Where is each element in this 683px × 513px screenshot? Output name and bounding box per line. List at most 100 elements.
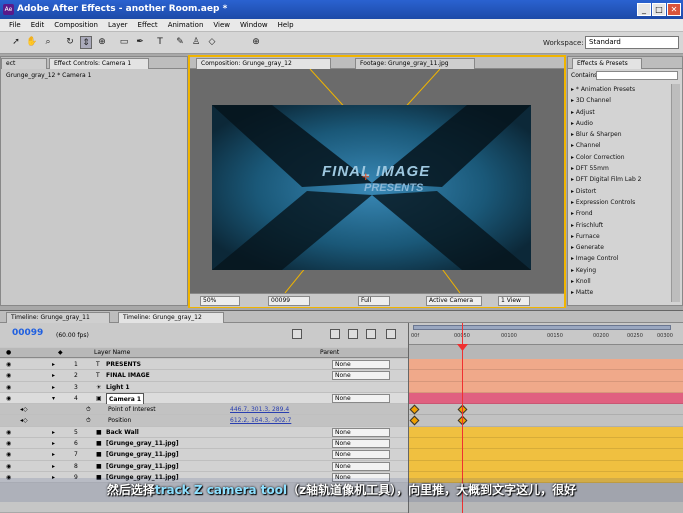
layer-duration-bar[interactable] — [409, 426, 683, 439]
layer-duration-bar[interactable] — [409, 460, 683, 472]
clone-stamp-tool-icon[interactable]: ♙ — [190, 36, 202, 49]
menu-help[interactable]: Help — [273, 19, 299, 31]
type-tool-icon[interactable]: T — [154, 36, 166, 49]
eye-icon[interactable]: ◉ — [6, 427, 11, 438]
composition-viewer[interactable]: FINAL IMAGE PRESENTS ✛ — [212, 105, 531, 270]
eye-icon[interactable]: ◉ — [6, 359, 11, 370]
effect-category[interactable]: ▸ Frond — [571, 208, 667, 219]
effect-category[interactable]: ▸ DFT 55mm — [571, 163, 667, 174]
work-area-bar[interactable] — [413, 325, 671, 330]
layer-duration-bar[interactable] — [409, 381, 683, 393]
resolution-select[interactable]: Full — [358, 296, 390, 306]
layer-duration-bar[interactable] — [409, 438, 683, 450]
layer-row[interactable]: ◉ ▸ 6 ■ [Grunge_gray_11.jpg] None — [0, 438, 408, 450]
parent-select[interactable]: None — [332, 360, 390, 369]
timeline-timecode[interactable]: 00099 — [12, 328, 43, 338]
graph-editor-icon[interactable] — [366, 329, 376, 339]
keyframe-icon[interactable] — [409, 416, 420, 426]
expand-toggle-icon[interactable]: ▸ — [52, 370, 55, 381]
effect-category[interactable]: ▸ Adjust — [571, 107, 667, 118]
layer-row[interactable]: ◉ ▸ 5 ■ Back Wall None — [0, 426, 408, 439]
brainstorm-icon[interactable] — [386, 329, 396, 339]
draft-3d-icon[interactable] — [330, 329, 340, 339]
parent-select[interactable]: None — [332, 461, 390, 471]
eye-icon[interactable]: ◉ — [6, 370, 11, 381]
property-value[interactable]: 446.7, 301.3, 289.4 — [230, 404, 289, 415]
keyframe-nav-icon[interactable]: ◂◇ — [20, 415, 28, 426]
parent-select[interactable]: None — [332, 439, 390, 449]
hand-tool-icon[interactable]: ✋ — [26, 36, 38, 49]
expand-toggle-icon[interactable]: ▸ — [52, 382, 55, 393]
effects-scrollbar[interactable] — [671, 84, 680, 302]
layer-row[interactable]: ◉ ▸ 1 T PRESENTS None — [0, 359, 408, 371]
menu-effect[interactable]: Effect — [133, 19, 163, 31]
menu-file[interactable]: File — [4, 19, 26, 31]
effect-category[interactable]: ▸ Keying — [571, 265, 667, 276]
tab-timeline-grunge-11[interactable]: Timeline: Grunge_gray_11 — [6, 312, 110, 323]
selection-tool-icon[interactable]: ➚ — [10, 36, 22, 49]
eye-icon[interactable]: ◉ — [6, 449, 11, 460]
menu-window[interactable]: Window — [235, 19, 273, 31]
eye-icon[interactable]: ◉ — [6, 393, 11, 404]
layer-row[interactable]: ◉ ▸ 8 ■ [Grunge_gray_11.jpg] None — [0, 460, 408, 472]
property-row[interactable]: ◂◇ ⏱ Point of Interest 446.7, 301.3, 289… — [0, 404, 408, 416]
expand-toggle-icon[interactable]: ▸ — [52, 438, 55, 449]
layer-name[interactable]: FINAL IMAGE — [106, 370, 150, 381]
tab-effects-presets[interactable]: Effects & Presets — [572, 58, 642, 69]
layer-name[interactable]: [Grunge_gray_11.jpg] — [106, 461, 179, 472]
brush-tool-icon[interactable]: ✎ — [174, 36, 186, 49]
layer-row[interactable]: ◉ ▸ 2 T FINAL IMAGE None — [0, 370, 408, 382]
layer-row[interactable]: ◉ ▸ 7 ■ [Grunge_gray_11.jpg] None — [0, 449, 408, 461]
stopwatch-icon[interactable]: ⏱ — [86, 404, 91, 415]
tab-footage[interactable]: Footage: Grunge_gray_11.jpg — [355, 58, 475, 69]
layer-name[interactable]: [Grunge_gray_11.jpg] — [106, 438, 179, 449]
effect-category[interactable]: ▸ Generate — [571, 242, 667, 253]
tab-project[interactable]: ect — [1, 58, 47, 69]
comp-button-icon[interactable] — [292, 329, 302, 339]
eye-icon[interactable]: ◉ — [6, 438, 11, 449]
zoom-select[interactable]: 50% — [200, 296, 240, 306]
effects-search-input[interactable] — [596, 71, 678, 80]
layer-name[interactable]: Back Wall — [106, 427, 139, 438]
eraser-tool-icon[interactable]: ◇ — [206, 36, 218, 49]
zoom-tool-icon[interactable]: ⌕ — [42, 36, 54, 49]
tab-timeline-grunge-12[interactable]: Timeline: Grunge_gray_12 — [118, 312, 224, 323]
layer-duration-bar[interactable] — [409, 359, 683, 371]
menu-animation[interactable]: Animation — [163, 19, 209, 31]
rotate-tool-icon[interactable]: ↻ — [64, 36, 76, 49]
parent-select[interactable]: None — [332, 427, 390, 437]
effect-category[interactable]: ▸ Color Correction — [571, 152, 667, 163]
layer-duration-bar[interactable] — [409, 449, 683, 461]
current-time-field[interactable]: 00099 — [268, 296, 310, 306]
effect-category[interactable]: ▸ Distort — [571, 186, 667, 197]
expand-toggle-icon[interactable]: ▸ — [52, 461, 55, 472]
layer-duration-bar[interactable] — [409, 370, 683, 382]
effect-category[interactable]: ▸ * Animation Presets — [571, 84, 667, 95]
menu-view[interactable]: View — [208, 19, 235, 31]
menu-layer[interactable]: Layer — [103, 19, 133, 31]
effect-category[interactable]: ▸ DFT Digital Film Lab 2 — [571, 174, 667, 185]
layer-name-header[interactable]: Layer Name — [94, 348, 130, 358]
parent-select[interactable]: None — [332, 450, 390, 460]
pen-tool-icon[interactable]: ✒ — [134, 36, 146, 49]
menu-edit[interactable]: Edit — [26, 19, 50, 31]
close-button[interactable]: ✕ — [667, 3, 681, 16]
track-z-camera-tool-icon[interactable]: ⇕ — [80, 36, 92, 49]
maximize-button[interactable]: □ — [652, 3, 666, 16]
keyframe-nav-icon[interactable]: ◂◇ — [20, 404, 28, 415]
layer-duration-bar[interactable] — [409, 392, 683, 405]
tab-effect-controls[interactable]: Effect Controls: Camera 1 — [49, 58, 149, 69]
view-layout-select[interactable]: 1 View — [498, 296, 530, 306]
pan-behind-tool-icon[interactable]: ⊕ — [96, 36, 108, 49]
layer-name[interactable]: [Grunge_gray_11.jpg] — [106, 449, 179, 460]
expand-toggle-icon[interactable]: ▸ — [52, 359, 55, 370]
motion-blur-icon[interactable] — [348, 329, 358, 339]
effect-category[interactable]: ▸ Audio — [571, 118, 667, 129]
expand-toggle-icon[interactable]: ▸ — [52, 427, 55, 438]
effect-category[interactable]: ▸ Expression Controls — [571, 197, 667, 208]
parent-select[interactable]: None — [332, 393, 390, 403]
eye-icon[interactable]: ◉ — [6, 461, 11, 472]
minimize-button[interactable]: _ — [637, 3, 651, 16]
stopwatch-icon[interactable]: ⏱ — [86, 415, 91, 426]
layer-row-selected[interactable]: ◉ ▾ 4 ▣ Camera 1 None — [0, 392, 408, 406]
